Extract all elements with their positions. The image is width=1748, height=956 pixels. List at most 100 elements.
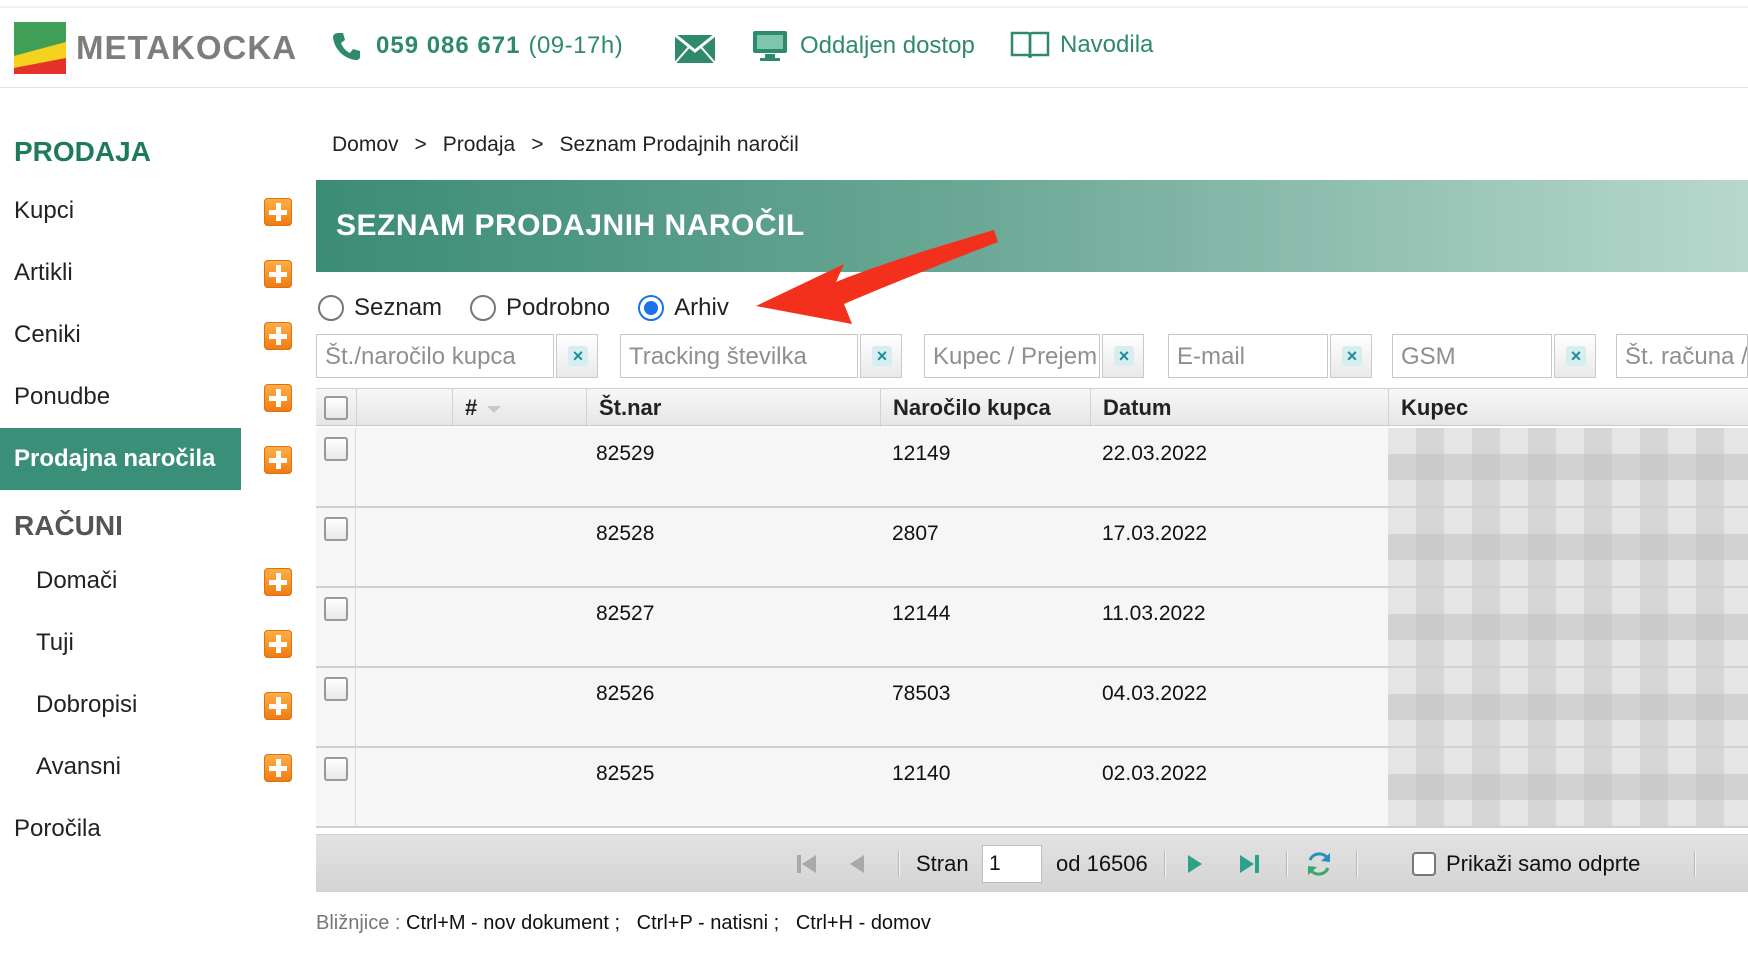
sidebar-item-domaci[interactable]: Domači: [0, 550, 300, 612]
invoice-number-filter-input[interactable]: Št. računa /: [1616, 334, 1748, 378]
breadcrumb: Domov > Prodaja > Seznam Prodajnih naroč…: [332, 133, 799, 157]
radio-button[interactable]: [318, 295, 344, 321]
top-header: METAKOCKA 059 086 671 (09-17h) Oddaljen …: [0, 0, 1748, 88]
date-cell: 04.03.2022: [1102, 682, 1208, 705]
tracking-filter-input[interactable]: Tracking številka: [620, 334, 858, 378]
shortcuts-prefix: Bližnjice :: [316, 912, 401, 934]
phone-icon: [333, 33, 360, 60]
sidebar-item-label: Avansni: [36, 753, 121, 780]
sidebar-item-dobropisi[interactable]: Dobropisi: [0, 674, 300, 736]
monitor-icon: [753, 31, 787, 61]
phone-contact[interactable]: 059 086 671 (09-17h): [330, 30, 623, 62]
column-header-customer[interactable]: Kupec: [1388, 389, 1748, 427]
table-row[interactable]: 82525 12140 02.03.2022: [316, 748, 1748, 828]
radio-label: Seznam: [354, 294, 443, 321]
add-domestic-invoice-icon[interactable]: [264, 568, 292, 596]
column-header-order-no[interactable]: Št.nar: [586, 389, 880, 427]
column-header-customer-order[interactable]: Naročilo kupca: [880, 389, 1090, 427]
sort-arrow-icon: [487, 405, 502, 413]
first-page-icon: [797, 855, 816, 873]
previous-page-icon: [850, 855, 864, 873]
keyboard-shortcuts-hint: Bližnjice : Ctrl+M - nov dokument ; Ctrl…: [316, 912, 931, 935]
add-pricelist-icon[interactable]: [264, 322, 292, 350]
add-sales-order-icon[interactable]: [264, 446, 292, 474]
sidebar-item-kupci[interactable]: Kupci: [0, 180, 300, 242]
row-select-cell: [316, 428, 356, 506]
row-select-cell: [316, 668, 356, 746]
table-row[interactable]: 82528 2807 17.03.2022: [316, 508, 1748, 588]
radio-seznam[interactable]: Seznam: [318, 294, 442, 322]
gsm-filter-input[interactable]: GSM: [1392, 334, 1552, 378]
radio-button[interactable]: [470, 295, 497, 321]
email-filter-input[interactable]: E-mail: [1168, 334, 1328, 378]
date-cell: 11.03.2022: [1102, 602, 1206, 625]
sidebar-item-ponudbe[interactable]: Ponudbe: [0, 366, 300, 428]
sidebar-item-tuji[interactable]: Tuji: [0, 612, 300, 674]
clear-filter-button[interactable]: ×: [556, 334, 598, 378]
filter-customer: Kupec / Prejem ×: [924, 334, 1144, 378]
annotation-arrow-icon: [756, 230, 998, 324]
first-page-button[interactable]: [794, 835, 820, 893]
row-checkbox[interactable]: [324, 517, 348, 541]
clear-filter-button[interactable]: ×: [1330, 334, 1372, 378]
show-open-only-checkbox[interactable]: [1412, 852, 1436, 876]
clear-filter-button[interactable]: ×: [860, 334, 902, 378]
add-credit-note-icon[interactable]: [264, 692, 292, 720]
radio-button[interactable]: [638, 295, 665, 321]
select-all-checkbox[interactable]: [324, 396, 348, 420]
last-page-button[interactable]: [1236, 835, 1262, 893]
sidebar-item-label: Artikli: [14, 259, 73, 286]
customer-filter-input[interactable]: Kupec / Prejem: [924, 334, 1100, 378]
view-mode-radio-group: Seznam Podrobno Arhiv: [318, 294, 757, 322]
row-checkbox[interactable]: [324, 677, 348, 701]
sidebar-item-avansni[interactable]: Avansni: [0, 736, 300, 798]
customer-order-cell: 12144: [892, 602, 951, 625]
sidebar-item-prodajna-narocila[interactable]: Prodajna naročila: [0, 428, 300, 490]
page-number-input[interactable]: 1: [982, 845, 1042, 883]
customer-order-cell: 12149: [892, 442, 951, 465]
add-article-icon[interactable]: [264, 260, 292, 288]
table-row[interactable]: 82527 12144 11.03.2022: [316, 588, 1748, 668]
clear-filter-button[interactable]: ×: [1102, 334, 1144, 378]
filter-tracking: Tracking številka ×: [620, 334, 902, 378]
metakocka-logo[interactable]: METAKOCKA: [14, 22, 297, 74]
sidebar-item-porocila[interactable]: Poročila: [0, 798, 300, 860]
sidebar-item-label: Domači: [36, 567, 118, 594]
email-link[interactable]: [674, 34, 716, 64]
add-advance-invoice-icon[interactable]: [264, 754, 292, 782]
breadcrumb-home[interactable]: Domov: [332, 133, 399, 157]
section-heading-sales: PRODAJA: [14, 136, 151, 167]
previous-page-button[interactable]: [846, 835, 868, 893]
radio-arhiv[interactable]: Arhiv: [638, 294, 729, 322]
column-header-date[interactable]: Datum: [1090, 389, 1388, 427]
refresh-button[interactable]: [1304, 835, 1334, 893]
refresh-icon: [1308, 852, 1330, 876]
order-number-filter-input[interactable]: Št./naročilo kupca: [316, 334, 554, 378]
show-open-only-toggle[interactable]: Prikaži samo odprte: [1412, 835, 1640, 893]
phone-number: 059 086 671: [376, 32, 521, 59]
redacted-customer-cell: [1388, 668, 1748, 746]
add-foreign-invoice-icon[interactable]: [264, 630, 292, 658]
redacted-customer-cell: [1388, 588, 1748, 666]
row-select-cell: [316, 508, 356, 586]
manual-link[interactable]: Navodila: [1010, 30, 1153, 60]
filter-gsm: GSM ×: [1392, 334, 1596, 378]
sidebar-item-ceniki[interactable]: Ceniki: [0, 304, 300, 366]
row-checkbox[interactable]: [324, 597, 348, 621]
clear-filter-button[interactable]: ×: [1554, 334, 1596, 378]
row-checkbox[interactable]: [324, 437, 348, 461]
customer-order-cell: 2807: [892, 522, 939, 545]
sidebar-item-artikli[interactable]: Artikli: [0, 242, 300, 304]
column-header-hash[interactable]: #: [452, 389, 586, 427]
remote-access-link[interactable]: Oddaljen dostop: [752, 30, 975, 62]
table-row[interactable]: 82526 78503 04.03.2022: [316, 668, 1748, 748]
radio-podrobno[interactable]: Podrobno: [470, 294, 610, 322]
manual-label: Navodila: [1060, 31, 1154, 58]
add-offer-icon[interactable]: [264, 384, 292, 412]
add-customer-icon[interactable]: [264, 198, 292, 226]
next-page-button[interactable]: [1184, 835, 1206, 893]
table-row[interactable]: 82529 12149 22.03.2022: [316, 428, 1748, 508]
row-checkbox[interactable]: [324, 757, 348, 781]
breadcrumb-current: Seznam Prodajnih naročil: [559, 133, 799, 156]
breadcrumb-sales[interactable]: Prodaja: [443, 133, 515, 157]
